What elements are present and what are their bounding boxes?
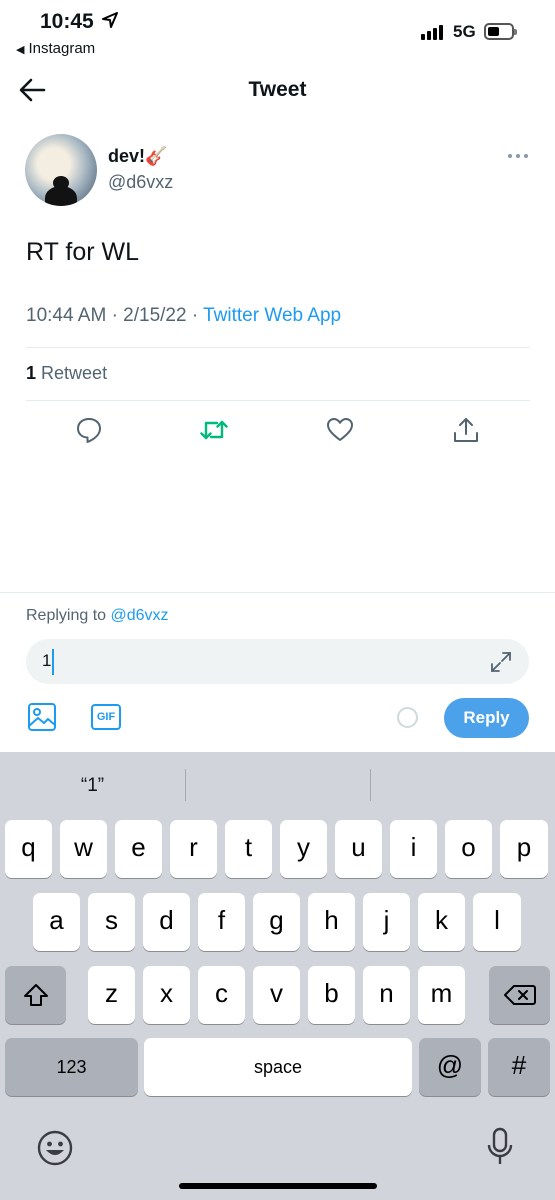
back-triangle-icon: ◀ (16, 44, 25, 56)
key-a[interactable]: a (33, 893, 80, 951)
key-p[interactable]: p (500, 820, 548, 878)
share-icon[interactable] (452, 416, 480, 444)
divider (26, 347, 530, 348)
status-time: 10:45 (40, 10, 94, 33)
key-b[interactable]: b (308, 966, 355, 1024)
expand-icon[interactable] (489, 650, 513, 674)
replying-to: Replying to @d6vxz (26, 607, 169, 625)
signal-icon (421, 24, 447, 40)
shift-icon (23, 984, 48, 1006)
like-icon[interactable] (326, 416, 354, 444)
numbers-key[interactable]: 123 (5, 1038, 138, 1096)
page-title: Tweet (248, 78, 307, 101)
key-y[interactable]: y (280, 820, 327, 878)
at-key[interactable]: @ (419, 1038, 481, 1096)
avatar[interactable] (25, 134, 97, 206)
key-x[interactable]: x (143, 966, 190, 1024)
suggestion-item[interactable] (371, 771, 555, 801)
shift-key[interactable] (5, 966, 66, 1024)
meta-separator: · (111, 305, 124, 326)
display-name[interactable]: dev!🎸 (108, 146, 167, 167)
key-u[interactable]: u (335, 820, 382, 878)
tweet-text: RT for WL (26, 238, 139, 266)
key-z[interactable]: z (88, 966, 135, 1024)
reply-icon[interactable] (75, 416, 103, 444)
back-to-app-link[interactable]: ◀ Instagram (16, 40, 95, 57)
battery-icon (484, 23, 517, 40)
retweet-count: 1 (26, 363, 37, 383)
key-i[interactable]: i (390, 820, 437, 878)
space-key[interactable]: space (144, 1038, 412, 1096)
tweet-meta: 10:44 AM · 2/15/22 · Twitter Web App (26, 305, 341, 327)
key-d[interactable]: d (143, 893, 190, 951)
key-j[interactable]: j (363, 893, 410, 951)
key-n[interactable]: n (363, 966, 410, 1024)
tweet-date: 2/15/22 (123, 305, 187, 326)
key-v[interactable]: v (253, 966, 300, 1024)
retweet-count-link[interactable]: 1 Retweet (26, 363, 107, 384)
key-h[interactable]: h (308, 893, 355, 951)
key-l[interactable]: l (473, 893, 521, 951)
suggestion-item[interactable] (186, 771, 370, 801)
key-t[interactable]: t (225, 820, 272, 878)
composer-divider (0, 592, 555, 593)
tweet-source-link[interactable]: Twitter Web App (203, 305, 341, 326)
hash-key[interactable]: # (488, 1038, 550, 1096)
retweet-count-label: Retweet (41, 363, 108, 383)
replying-mention[interactable]: @d6vxz (111, 607, 169, 624)
key-g[interactable]: g (253, 893, 300, 951)
reply-button[interactable]: Reply (444, 698, 529, 738)
retweet-icon[interactable] (200, 416, 228, 444)
text-caret (52, 649, 54, 675)
tweet-time: 10:44 AM (26, 305, 107, 326)
reply-input-value: 1 (42, 651, 52, 670)
key-f[interactable]: f (198, 893, 245, 951)
character-progress-ring (397, 707, 418, 728)
back-app-label: Instagram (28, 40, 96, 57)
reply-input[interactable]: 1 (26, 639, 529, 684)
home-indicator[interactable] (179, 1183, 377, 1189)
microphone-icon[interactable] (486, 1127, 514, 1167)
backspace-icon (503, 985, 536, 1005)
image-icon[interactable] (27, 702, 57, 732)
replying-prefix: Replying to (26, 607, 107, 624)
network-label: 5G (453, 22, 476, 41)
location-arrow-icon (102, 12, 118, 28)
user-handle[interactable]: @d6vxz (108, 172, 173, 193)
more-options-icon[interactable] (506, 151, 530, 161)
delete-key[interactable] (489, 966, 550, 1024)
status-bar: 10:45 ◀ Instagram 5G (0, 0, 555, 60)
meta-separator: · (191, 305, 204, 326)
emoji-icon[interactable] (37, 1130, 73, 1166)
key-w[interactable]: w (60, 820, 107, 878)
key-q[interactable]: q (5, 820, 52, 878)
suggestion-item[interactable]: “1” (0, 771, 185, 801)
key-o[interactable]: o (445, 820, 492, 878)
key-s[interactable]: s (88, 893, 135, 951)
key-k[interactable]: k (418, 893, 465, 951)
gif-icon[interactable]: GIF (91, 704, 121, 730)
divider (26, 400, 530, 401)
key-m[interactable]: m (418, 966, 465, 1024)
key-c[interactable]: c (198, 966, 245, 1024)
key-e[interactable]: e (115, 820, 162, 878)
key-r[interactable]: r (170, 820, 217, 878)
